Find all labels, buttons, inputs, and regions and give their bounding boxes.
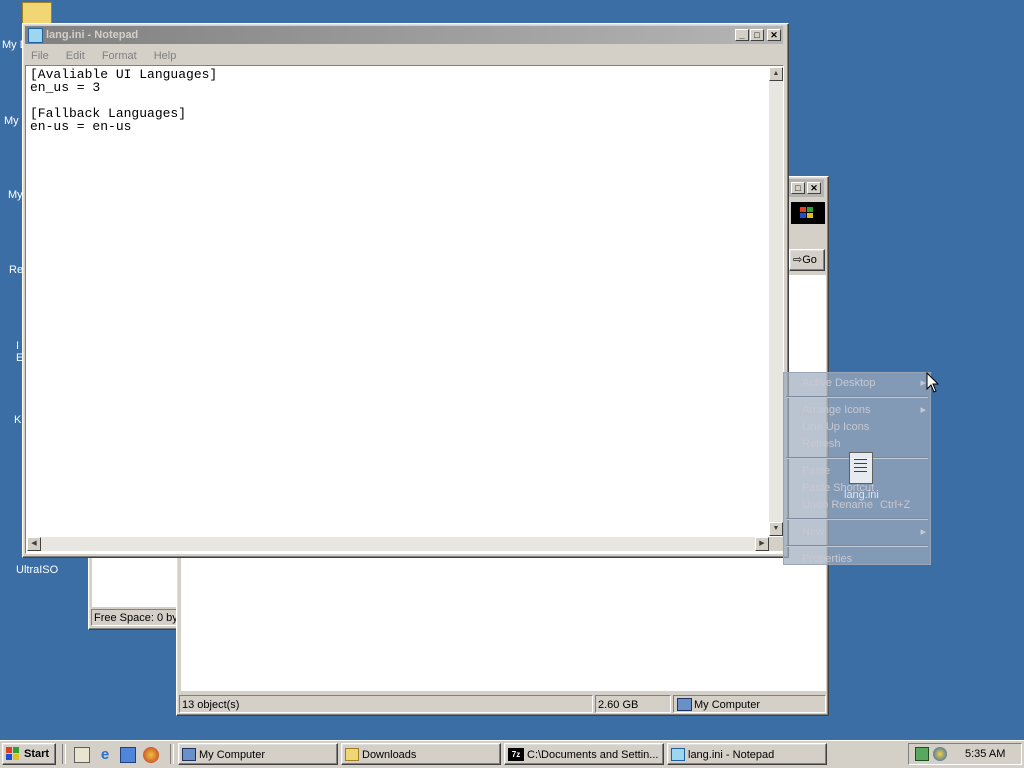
menu-edit[interactable]: Edit xyxy=(66,50,85,62)
windows-logo-icon xyxy=(791,202,825,224)
folder-icon xyxy=(345,748,359,761)
update-icon[interactable] xyxy=(933,747,947,761)
menu-file[interactable]: File xyxy=(31,50,49,62)
close-button[interactable]: ✕ xyxy=(767,29,781,41)
start-button[interactable]: Start xyxy=(2,743,56,765)
mouse-pointer-icon xyxy=(926,372,940,393)
status-size: 2.60 GB xyxy=(595,695,671,713)
folder-icon[interactable] xyxy=(22,2,52,24)
size-grip[interactable] xyxy=(769,537,783,551)
minimize-button[interactable]: _ xyxy=(735,29,749,41)
menu-separator xyxy=(786,396,928,398)
start-label: Start xyxy=(24,748,50,760)
task-notepad[interactable]: lang.ini - Notepad xyxy=(667,743,827,765)
notepad-icon xyxy=(28,28,43,43)
menu-item-new[interactable]: New ▸ xyxy=(784,524,930,541)
editor-text[interactable]: [Avaliable UI Languages] en_us = 3 [Fall… xyxy=(30,68,217,133)
scroll-left-button[interactable]: ◀ xyxy=(27,537,41,551)
vertical-scrollbar[interactable]: ▲ ▼ xyxy=(769,67,783,536)
status-objects: 13 object(s) xyxy=(179,695,593,713)
notepad-title: lang.ini - Notepad xyxy=(46,29,139,41)
system-tray: 5:35 AM xyxy=(908,743,1022,765)
desktop-icon-label-recycle-bin[interactable]: Re xyxy=(9,264,23,276)
status-zone: My Computer xyxy=(673,695,826,713)
scroll-right-button[interactable]: ▶ xyxy=(755,537,769,551)
undo-shortcut: Ctrl+Z xyxy=(880,499,911,511)
desktop-icon-label-k[interactable]: K xyxy=(14,414,21,426)
clock[interactable]: 5:35 AM xyxy=(965,744,1005,764)
menu-item-active-desktop[interactable]: Active Desktop ▸ xyxy=(784,375,930,392)
scroll-down-button[interactable]: ▼ xyxy=(769,522,783,536)
task-7zip[interactable]: 7z C:\Documents and Settin... xyxy=(504,743,664,765)
horizontal-scrollbar[interactable]: ◀ ▶ xyxy=(27,537,769,551)
free-space-text: Free Space: 0 by xyxy=(94,612,177,624)
outlook-express-icon[interactable] xyxy=(120,747,136,763)
notepad-window[interactable]: lang.ini - Notepad _ □ ✕ File Edit Forma… xyxy=(22,23,789,558)
submenu-arrow-icon: ▸ xyxy=(920,526,926,538)
submenu-arrow-icon: ▸ xyxy=(920,404,926,416)
menu-help[interactable]: Help xyxy=(154,50,177,62)
menu-item-arrange-icons[interactable]: Arrange Icons ▸ xyxy=(784,402,930,419)
7zip-icon: 7z xyxy=(508,748,524,761)
menu-separator xyxy=(786,518,928,520)
quicklaunch-divider xyxy=(62,744,66,764)
menu-item-refresh[interactable]: Refresh xyxy=(784,436,930,453)
notepad-menubar: File Edit Format Help xyxy=(31,47,190,65)
editor-frame: [Avaliable UI Languages] en_us = 3 [Fall… xyxy=(25,65,784,554)
menu-separator xyxy=(786,545,928,547)
go-arrow-icon: ⇨ xyxy=(793,254,803,266)
menu-item-line-up-icons[interactable]: Line Up Icons xyxy=(784,419,930,436)
dragged-file-label: lang.ini xyxy=(844,489,879,501)
desktop-icon-label-my-computer[interactable]: My xyxy=(4,115,19,127)
go-button[interactable]: ⇨Go xyxy=(789,249,825,271)
maximize-button[interactable]: □ xyxy=(791,182,805,194)
network-icon[interactable] xyxy=(915,747,929,761)
go-button-label: Go xyxy=(802,254,817,266)
menu-format[interactable]: Format xyxy=(102,50,137,62)
menu-item-properties[interactable]: Properties xyxy=(784,551,930,568)
text-file-icon[interactable] xyxy=(849,452,873,484)
maximize-button[interactable]: □ xyxy=(750,29,764,41)
scroll-up-button[interactable]: ▲ xyxy=(769,67,783,81)
my-computer-icon xyxy=(182,748,196,761)
left-pane-status: Free Space: 0 by xyxy=(91,609,177,626)
status-size-text: 2.60 GB xyxy=(598,699,639,711)
desktop-icon-label-internet-explorer-1[interactable]: I xyxy=(16,340,19,352)
status-objects-text: 13 object(s) xyxy=(182,699,240,711)
media-player-icon[interactable] xyxy=(143,747,159,763)
show-desktop-icon[interactable] xyxy=(74,747,90,763)
taskbar-divider xyxy=(170,744,174,764)
task-downloads[interactable]: Downloads xyxy=(341,743,501,765)
status-zone-text: My Computer xyxy=(694,699,761,711)
desktop-icon-label-my-network[interactable]: My xyxy=(8,189,23,201)
notepad-titlebar[interactable]: lang.ini - Notepad xyxy=(25,26,783,44)
windows-flag-icon xyxy=(6,747,20,761)
notepad-icon xyxy=(671,748,685,761)
close-button[interactable]: ✕ xyxy=(807,182,821,194)
internet-explorer-icon[interactable]: e xyxy=(97,747,113,763)
task-my-computer[interactable]: My Computer xyxy=(178,743,338,765)
my-computer-icon xyxy=(677,698,692,711)
desktop-icon-label-ultraiso[interactable]: UltraISO xyxy=(16,564,58,576)
